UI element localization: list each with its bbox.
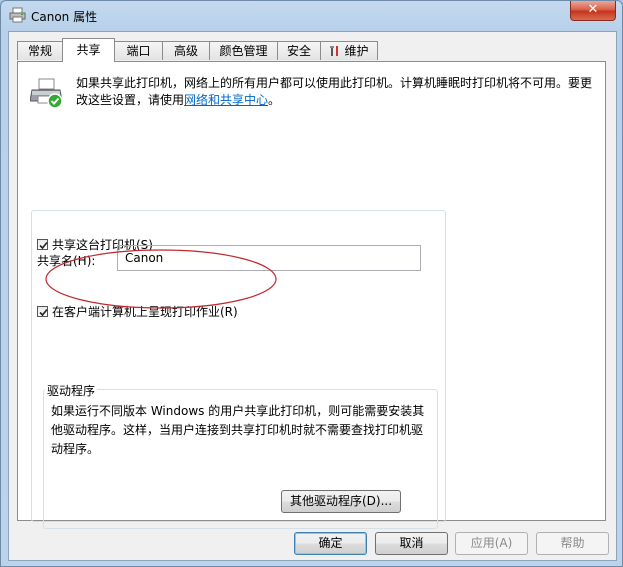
close-button[interactable]: ✕ [570,1,616,21]
properties-dialog: Canon 属性 ✕ 常规 共享 端口 高级 颜色管理 安全 维护 如果共享此打… [0,0,623,567]
tab-ports[interactable]: 端口 [114,41,163,60]
help-button[interactable]: 帮助 [536,532,609,555]
checkmark-icon [39,241,48,250]
title-bar[interactable]: Canon 属性 ✕ [1,1,622,31]
tab-security[interactable]: 安全 [277,41,321,60]
tab-sharing[interactable]: 共享 [62,38,115,62]
ok-button[interactable]: 确定 [294,532,367,555]
share-printer-checkbox[interactable] [37,239,48,250]
checkmark-icon [39,308,48,317]
render-jobs-label: 在客户端计算机上呈现打印作业(R) [52,305,238,319]
tab-general[interactable]: 常规 [17,41,63,60]
tab-color-management[interactable]: 颜色管理 [209,41,278,60]
printer-icon [9,7,26,23]
additional-drivers-button[interactable]: 其他驱动程序(D)... [281,490,401,513]
apply-button[interactable]: 应用(A) [455,532,528,555]
tab-maintenance[interactable]: 维护 [320,41,378,60]
render-jobs-checkbox[interactable] [37,306,48,317]
tools-icon [330,46,339,56]
cancel-button[interactable]: 取消 [375,532,448,555]
network-sharing-center-link[interactable]: 网络和共享中心 [184,93,268,107]
tab-advanced[interactable]: 高级 [162,41,210,60]
shared-printer-icon [30,78,63,109]
drivers-description: 如果运行不同版本 Windows 的用户共享此打印机，则可能需要安装其他驱动程序… [51,404,425,456]
dialog-client-area: 常规 共享 端口 高级 颜色管理 安全 维护 如果共享此打印机，网络上的所有用户… [8,31,617,561]
share-name-label: 共享名(H): [37,254,96,268]
sharing-panel: 如果共享此打印机，网络上的所有用户都可以使用此打印机。计算机睡眠时打印机将不可用… [17,61,606,529]
share-name-input[interactable]: Canon [117,245,421,271]
render-jobs-checkbox-row[interactable]: 在客户端计算机上呈现打印作业(R) [37,303,238,320]
window-title: Canon 属性 [31,10,98,24]
drivers-group-title: 驱动程序 [45,382,98,399]
sharing-description: 如果共享此打印机，网络上的所有用户都可以使用此打印机。计算机睡眠时打印机将不可用… [76,76,593,107]
